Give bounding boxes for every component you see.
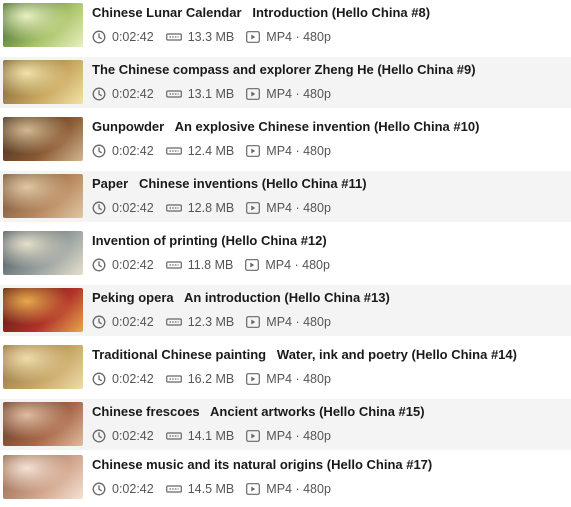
video-format: MP4 · 480p [266,87,331,101]
clock-icon [92,429,106,443]
video-file-size: 11.8 MB [187,258,234,272]
video-play-icon [246,483,261,495]
clock-icon [92,482,106,496]
video-title[interactable]: Paper Chinese inventions (Hello China #1… [92,176,565,192]
video-title[interactable]: Gunpowder An explosive Chinese invention… [92,119,565,135]
video-thumbnail[interactable] [3,231,83,275]
video-meta: 0:02:42 11.8 MB MP4 · 480p [92,257,330,273]
clock-icon [92,87,106,101]
video-meta: 0:02:42 12.4 MB MP4 · 480p [92,143,331,159]
video-duration: 0:02:42 [112,258,154,272]
video-play-icon [245,259,260,271]
video-meta: 0:02:42 12.8 MB MP4 · 480p [92,200,331,216]
video-file-size: 14.1 MB [187,429,235,443]
video-title[interactable]: Chinese music and its natural origins (H… [92,457,565,473]
video-meta: 0:02:42 14.5 MB MP4 · 480p [92,481,331,497]
video-thumbnail[interactable] [3,117,83,161]
video-play-icon [246,430,261,442]
file-size-icon [165,32,182,42]
video-format: MP4 · 480p [266,315,331,329]
video-list: Chinese Lunar Calendar Introduction (Hel… [0,0,571,507]
video-file-size: 12.8 MB [187,201,235,215]
video-duration: 0:02:42 [112,30,154,44]
clock-icon [92,144,106,158]
video-thumbnail[interactable] [3,60,83,104]
video-meta: 0:02:42 16.2 MB MP4 · 480p [92,371,331,387]
video-list-item[interactable]: Chinese Lunar Calendar Introduction (Hel… [0,0,571,51]
video-file-size: 14.5 MB [187,482,235,496]
video-list-item[interactable]: Gunpowder An explosive Chinese invention… [0,114,571,165]
video-thumbnail[interactable] [3,174,83,218]
video-title[interactable]: Peking opera An introduction (Hello Chin… [92,290,565,306]
video-play-icon [246,373,261,385]
video-format: MP4 · 480p [266,30,331,44]
video-list-item[interactable]: Peking opera An introduction (Hello Chin… [0,285,571,336]
file-size-icon [165,374,182,384]
video-list-item[interactable]: Paper Chinese inventions (Hello China #1… [0,171,571,222]
clock-icon [92,372,106,386]
video-format: MP4 · 480p [265,258,330,272]
file-size-icon [165,484,182,494]
video-file-size: 12.4 MB [187,144,235,158]
video-duration: 0:02:42 [112,201,154,215]
clock-icon [92,258,106,272]
video-list-item[interactable]: Chinese frescoes Ancient artworks (Hello… [0,399,571,450]
video-title[interactable]: Traditional Chinese painting Water, ink … [92,347,565,363]
video-duration: 0:02:42 [112,429,154,443]
video-meta: 0:02:42 12.3 MB MP4 · 480p [92,314,331,330]
video-list-item[interactable]: Invention of printing (Hello China #12) … [0,228,571,279]
video-title[interactable]: Chinese Lunar Calendar Introduction (Hel… [92,5,565,21]
video-file-size: 16.2 MB [187,372,235,386]
video-play-icon [246,202,261,214]
clock-icon [92,30,106,44]
video-thumbnail[interactable] [3,288,83,332]
video-meta: 0:02:42 14.1 MB MP4 · 480p [92,428,331,444]
video-list-item[interactable]: Chinese music and its natural origins (H… [0,452,571,503]
file-size-icon [165,317,182,327]
file-size-icon [165,146,182,156]
video-format: MP4 · 480p [266,372,331,386]
video-duration: 0:02:42 [112,372,154,386]
file-size-icon [165,260,182,270]
video-title[interactable]: The Chinese compass and explorer Zheng H… [92,62,565,78]
video-file-size: 13.3 MB [187,30,235,44]
video-format: MP4 · 480p [266,429,331,443]
video-duration: 0:02:42 [112,144,154,158]
video-title[interactable]: Invention of printing (Hello China #12) [92,233,565,249]
video-meta: 0:02:42 13.3 MB MP4 · 480p [92,29,331,45]
video-thumbnail[interactable] [3,345,83,389]
video-title[interactable]: Chinese frescoes Ancient artworks (Hello… [92,404,565,420]
file-size-icon [165,89,182,99]
video-thumbnail[interactable] [3,455,83,499]
video-format: MP4 · 480p [266,144,331,158]
video-file-size: 12.3 MB [187,315,235,329]
video-duration: 0:02:42 [112,315,154,329]
video-duration: 0:02:42 [112,87,154,101]
video-thumbnail[interactable] [3,402,83,446]
video-format: MP4 · 480p [266,201,331,215]
video-thumbnail[interactable] [3,3,83,47]
file-size-icon [165,203,182,213]
video-list-item[interactable]: The Chinese compass and explorer Zheng H… [0,57,571,108]
video-play-icon [246,88,261,100]
video-play-icon [246,145,261,157]
video-list-item[interactable]: Traditional Chinese painting Water, ink … [0,342,571,393]
clock-icon [92,201,106,215]
video-meta: 0:02:42 13.1 MB MP4 · 480p [92,86,331,102]
file-size-icon [165,431,182,441]
video-file-size: 13.1 MB [187,87,235,101]
video-play-icon [246,31,261,43]
clock-icon [92,315,106,329]
video-format: MP4 · 480p [266,482,331,496]
video-play-icon [246,316,261,328]
video-duration: 0:02:42 [112,482,154,496]
